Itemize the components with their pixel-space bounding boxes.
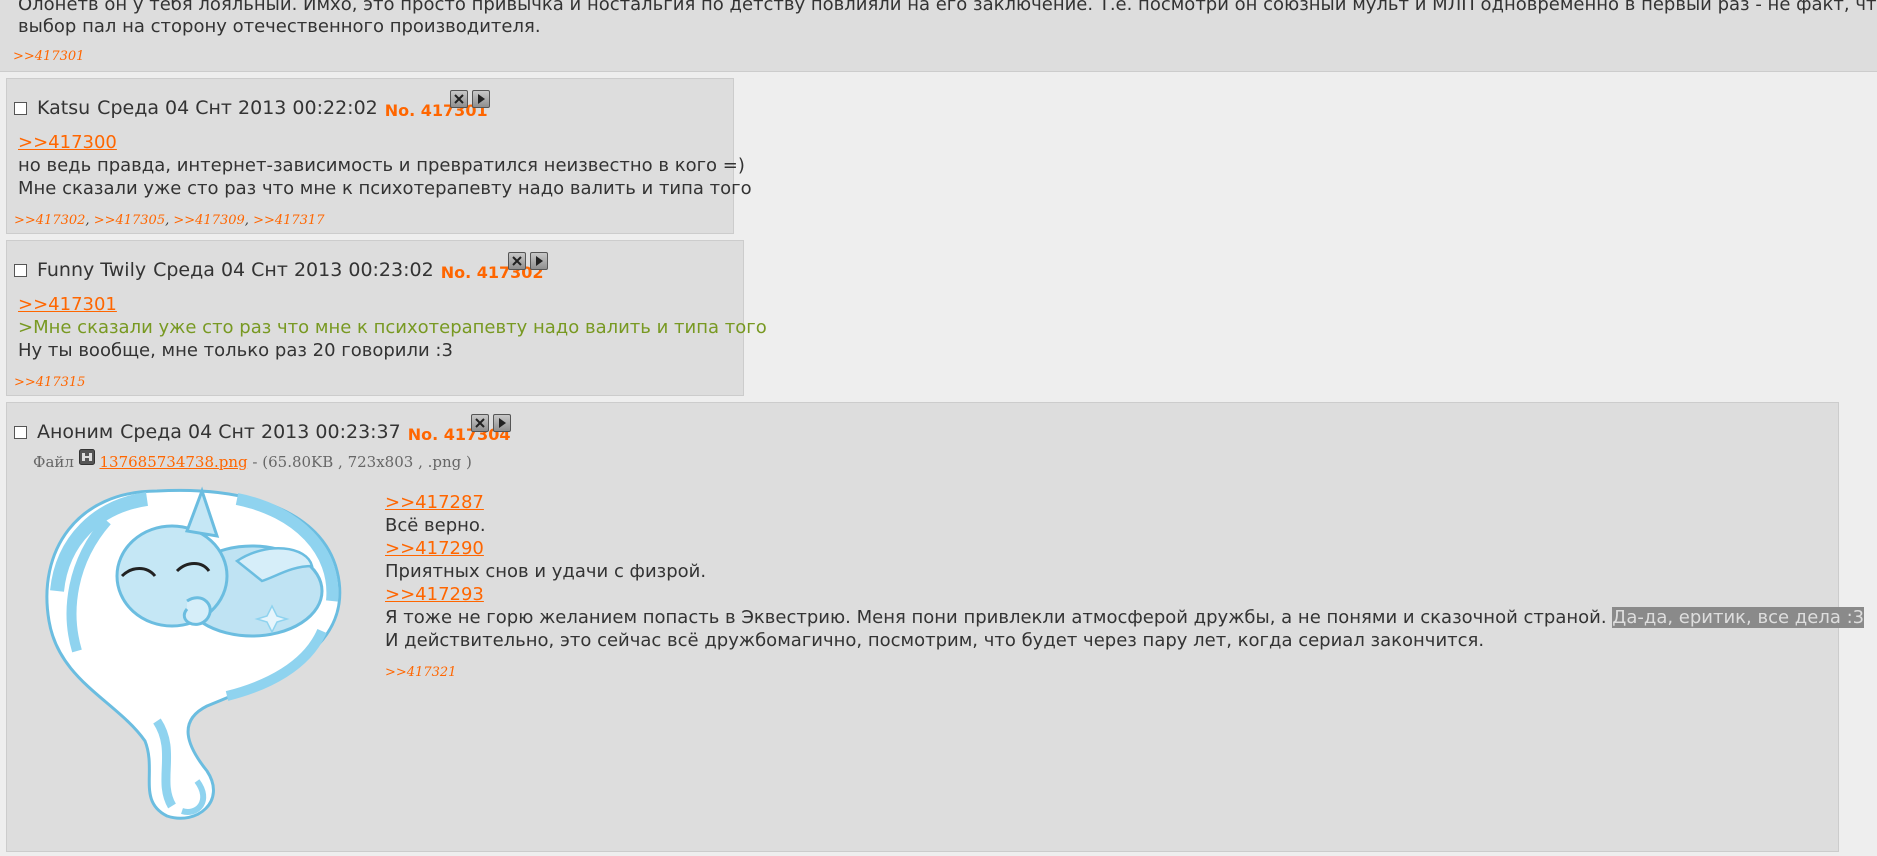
post-text-line: но ведь правда, интернет-зависимость и п… <box>18 155 745 176</box>
post-replies: >>417321 <box>385 665 456 680</box>
poster-name: Katsu <box>37 97 91 119</box>
play-button[interactable] <box>493 414 511 432</box>
post-number[interactable]: No. 417302 <box>441 263 544 282</box>
poster-name: Funny Twily <box>37 259 147 281</box>
post-image-thumbnail[interactable] <box>37 481 347 826</box>
post-417301: Katsu Среда 04 Снт 2013 00:22:02 No. 417… <box>6 78 752 234</box>
play-button[interactable] <box>472 90 490 108</box>
post-text-line: И действительно, это сейчас всё дружбома… <box>385 630 1485 651</box>
post-text-line: Мне сказали уже сто раз что мне к психот… <box>18 178 752 199</box>
quote-link[interactable]: >>417287 <box>385 491 484 514</box>
post-top: Олонетв он у тебя лояльный. Имхо, это пр… <box>0 0 1877 72</box>
selected-text: Да-да, еритик, все дела :3 <box>1612 607 1865 628</box>
delete-icon <box>454 94 464 104</box>
post-text-line: Я тоже не горю желанием попасть в Эквест… <box>385 606 1865 629</box>
poster-name: Аноним <box>37 421 114 443</box>
delete-button[interactable] <box>508 252 526 270</box>
reply-link[interactable]: >>417315 <box>14 375 85 390</box>
post-text-plain: Я тоже не горю желанием попасть в Эквест… <box>385 607 1607 628</box>
delete-icon <box>512 256 522 266</box>
file-info: Файл 137685734738.png - (65.80KB , 723x8… <box>33 449 472 471</box>
quote-link[interactable]: >>417300 <box>18 131 117 154</box>
quote-link[interactable]: >>417293 <box>385 583 484 606</box>
play-icon <box>499 418 506 428</box>
reply-link[interactable]: >>417305 <box>94 213 165 228</box>
post-date: Среда 04 Снт 2013 00:23:37 <box>120 421 401 443</box>
reply-link[interactable]: >>417301 <box>13 49 84 64</box>
delete-button[interactable] <box>471 414 489 432</box>
post-header: Funny Twily Среда 04 Снт 2013 00:23:02 N… <box>14 259 544 282</box>
post-replies: >>417302, >>417305, >>417309, >>417317 <box>14 213 325 228</box>
post-417304: Аноним Среда 04 Снт 2013 00:23:37 No. 41… <box>6 402 1865 852</box>
post-top-line1: Олонетв он у тебя лояльный. Имхо, это пр… <box>18 0 1877 15</box>
post-replies: >>417315 <box>14 375 85 390</box>
post-date: Среда 04 Снт 2013 00:23:02 <box>153 259 434 281</box>
post-text-line: Приятных снов и удачи с физрой. <box>385 561 707 582</box>
post-text-line: Всё верно. <box>385 515 486 536</box>
post-select-checkbox[interactable] <box>14 263 27 277</box>
reply-link[interactable]: >>417317 <box>253 213 324 228</box>
file-label: Файл <box>33 453 74 471</box>
reply-link[interactable]: >>417309 <box>173 213 244 228</box>
file-meta: - (65.80KB , 723x803 , .png ) <box>252 453 472 471</box>
reply-link[interactable]: >>417302 <box>14 213 85 228</box>
post-select-checkbox[interactable] <box>14 425 27 439</box>
post-text-line: Ну ты вообще, мне только раз 20 говорили… <box>18 340 453 361</box>
post-417302: Funny Twily Среда 04 Снт 2013 00:23:02 N… <box>6 240 767 396</box>
delete-icon <box>475 418 485 428</box>
post-top-line2: выбор пал на сторону отечественного прои… <box>18 16 541 37</box>
post-select-checkbox[interactable] <box>14 101 27 115</box>
post-date: Среда 04 Снт 2013 00:22:02 <box>97 97 378 119</box>
greentext-quote: >Мне сказали уже сто раз что мне к психо… <box>18 317 767 338</box>
quote-link[interactable]: >>417301 <box>18 293 117 316</box>
play-icon <box>536 256 543 266</box>
play-icon <box>478 94 485 104</box>
post-header: Аноним Среда 04 Снт 2013 00:23:37 No. 41… <box>14 421 511 444</box>
reply-link[interactable]: >>417321 <box>385 665 456 680</box>
play-button[interactable] <box>530 252 548 270</box>
file-link[interactable]: 137685734738.png <box>99 453 247 471</box>
post-top-replies: >>417301 <box>13 49 84 64</box>
quote-link[interactable]: >>417290 <box>385 537 484 560</box>
file-icon[interactable] <box>78 449 95 465</box>
post-header: Katsu Среда 04 Снт 2013 00:22:02 No. 417… <box>14 97 488 120</box>
delete-button[interactable] <box>450 90 468 108</box>
